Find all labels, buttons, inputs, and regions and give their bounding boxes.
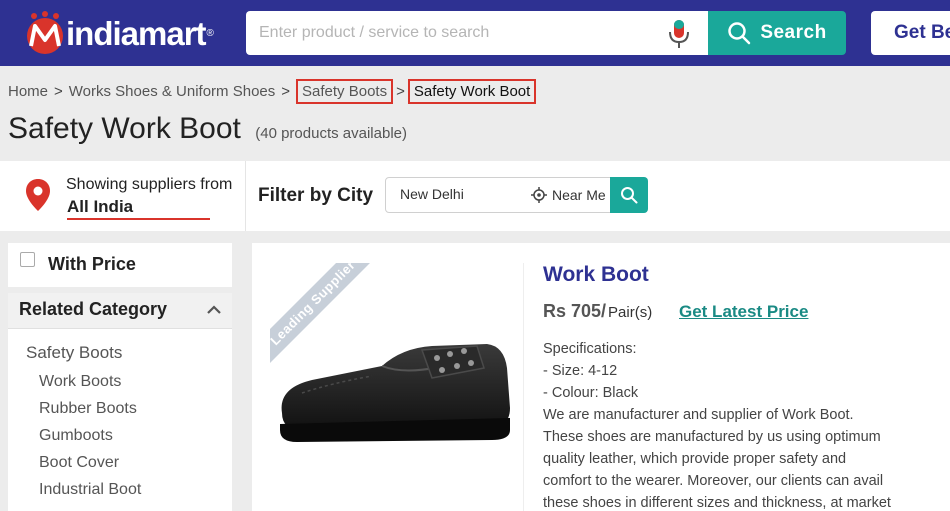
breadcrumb-safety-boots[interactable]: Safety Boots [296, 79, 393, 104]
location-selector[interactable]: Showing suppliers from All India [8, 161, 246, 231]
near-me-button[interactable]: Near Me [531, 187, 606, 203]
search-button[interactable]: Search [708, 11, 846, 55]
spec-line: comfort to the wearer. Moreover, our cli… [543, 470, 913, 492]
breadcrumb-separator: > [281, 83, 290, 100]
subcategory-item[interactable]: Boot Cover [39, 454, 141, 481]
get-best-price-label: Get Be [894, 22, 950, 43]
related-category-title: Related Category [19, 299, 167, 320]
breadcrumb-current: Safety Work Boot [408, 79, 536, 104]
product-count: (40 products available) [255, 125, 407, 142]
chevron-up-icon[interactable] [206, 302, 222, 318]
indiamart-logo[interactable]: indiamart® [20, 10, 214, 56]
price-value: Rs 705/ [543, 301, 606, 321]
near-me-label: Near Me [552, 187, 606, 203]
logo-registered-mark: ® [207, 28, 214, 39]
get-latest-price-link[interactable]: Get Latest Price [679, 302, 808, 322]
region-underline [67, 218, 210, 220]
with-price-label: With Price [48, 254, 136, 275]
top-header: indiamart® Search Get Be [0, 0, 950, 66]
product-image[interactable]: Leading Supplier [270, 263, 524, 511]
microphone-icon[interactable] [666, 18, 692, 50]
get-best-price-button[interactable]: Get Be [871, 11, 950, 55]
search-bar [246, 11, 708, 55]
related-category-panel: Related Category Safety Boots Work Boots… [8, 293, 232, 511]
breadcrumb-separator: > [54, 83, 63, 100]
spec-line: These shoes are manufactured by us using… [543, 426, 913, 448]
product-title[interactable]: Work Boot [543, 263, 649, 287]
location-filter-bar: Showing suppliers from All India Filter … [0, 161, 950, 231]
spec-line: - Size: 4-12 [543, 360, 913, 382]
logo-mark-icon [20, 10, 70, 56]
city-field: Near Me [385, 177, 615, 213]
filter-by-city-label: Filter by City [258, 185, 373, 207]
spec-line: quality leather, which provide proper sa… [543, 448, 913, 470]
related-category-header[interactable]: Related Category [8, 293, 232, 329]
breadcrumb-home[interactable]: Home [8, 83, 48, 100]
city-input[interactable] [400, 186, 525, 202]
subcategory-item[interactable]: Work Boots [39, 373, 141, 400]
work-boot-image [272, 318, 522, 448]
subcategory-item[interactable]: Rubber Boots [39, 400, 141, 427]
page-title-text: Safety Work Boot [8, 112, 241, 145]
breadcrumb-separator: > [396, 83, 405, 100]
subcategory-list: Work Boots Rubber Boots Gumboots Boot Co… [39, 373, 141, 508]
product-specifications: Specifications: - Size: 4-12 - Colour: B… [543, 338, 913, 511]
breadcrumb-works-shoes[interactable]: Works Shoes & Uniform Shoes [69, 83, 275, 100]
spec-line: these shoes in different sizes and thick… [543, 492, 913, 511]
selected-region[interactable]: All India [67, 197, 133, 217]
logo-text: indiamart [66, 15, 206, 53]
category-safety-boots[interactable]: Safety Boots [26, 343, 122, 363]
product-card: Leading Supplier Work Boot Rs 705/Pair(s… [252, 243, 950, 511]
product-price: Rs 705/Pair(s) [543, 301, 652, 322]
search-input[interactable] [246, 11, 646, 55]
breadcrumb: Home > Works Shoes & Uniform Shoes > Saf… [8, 80, 536, 102]
spec-line: - Colour: Black [543, 382, 913, 404]
subcategory-item[interactable]: Gumboots [39, 427, 141, 454]
with-price-checkbox[interactable] [20, 252, 35, 267]
subcategory-item[interactable]: Industrial Boot [39, 481, 141, 508]
showing-suppliers-text: Showing suppliers from [66, 176, 232, 194]
search-icon [620, 186, 638, 204]
location-pin-icon [25, 178, 51, 212]
city-search-button[interactable] [610, 177, 648, 213]
crosshair-icon [531, 187, 547, 203]
spec-line: Specifications: [543, 338, 913, 360]
spec-line: We are manufacturer and supplier of Work… [543, 404, 913, 426]
search-button-label: Search [760, 22, 826, 44]
price-unit: Pair(s) [608, 304, 652, 321]
search-icon [727, 21, 751, 45]
page-title: Safety Work Boot (40 products available) [8, 112, 407, 146]
with-price-filter[interactable]: With Price [8, 243, 232, 287]
